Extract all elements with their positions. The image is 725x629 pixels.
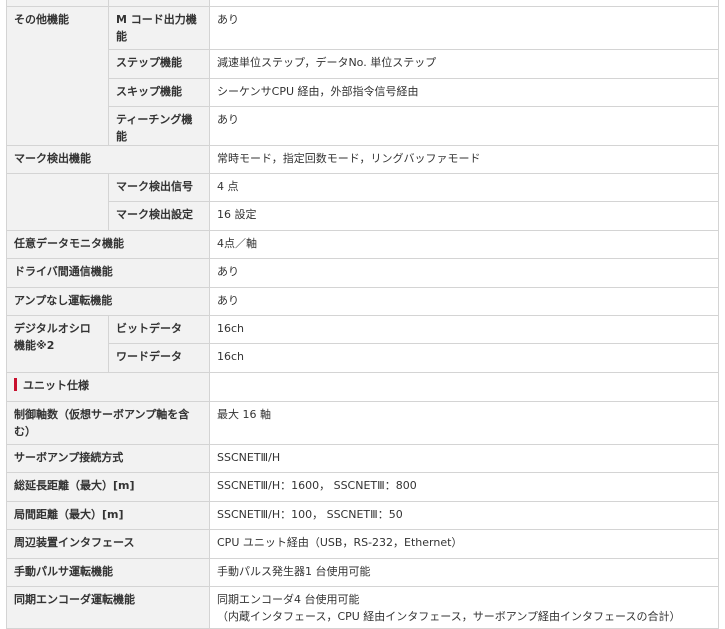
mark-detection-value: 常時モード，指定回数モード，リングバッファモード — [209, 145, 719, 174]
table-row: その他機能 M コード出力機能 あり — [6, 6, 719, 146]
table-row: デジタルオシロ機能※2 ビットデータ 16ch — [6, 315, 719, 373]
servo-connection-value: SSCNETⅢ/H — [209, 444, 719, 473]
peripheral-interface-header: 周辺装置インタフェース — [6, 529, 210, 559]
unit-spec-section-header: ユニット仕様 — [6, 372, 210, 402]
mark-detection-header: マーク検出機能 — [6, 145, 210, 174]
other-functions-header: その他機能 — [6, 6, 109, 146]
section-marker-icon — [14, 378, 17, 391]
table-row: サーボアンプ接続方式 SSCNETⅢ/H — [6, 444, 719, 473]
table-row: 局間距離（最大）[m] SSCNETⅢ/H：100， SSCNETⅢ：50 — [6, 501, 719, 530]
table-row: ユニット仕様 — [6, 372, 719, 402]
oscillo-word-value: 16ch — [209, 343, 719, 373]
ampless-value: あり — [209, 287, 719, 316]
step-label: ステップ機能 — [108, 49, 210, 79]
ampless-header: アンプなし運転機能 — [6, 287, 210, 316]
table-row: 任意データモニタ機能 4点／軸 — [6, 230, 719, 259]
teaching-value: あり — [209, 106, 719, 146]
table-row: スキップ機能 シーケンサCPU 経由，外部指令信号経由 — [7, 78, 719, 107]
table-row: マーク検出信号 4 点 — [6, 173, 719, 231]
table-row: マーク検出設定 16 設定 — [7, 201, 719, 231]
mark-signal-value: 4 点 — [209, 173, 719, 202]
sync-encoder-value-line1: 同期エンコーダ4 台使用可能 — [217, 593, 360, 606]
station-distance-value: SSCNETⅢ/H：100， SSCNETⅢ：50 — [209, 501, 719, 530]
servo-connection-header: サーボアンプ接続方式 — [6, 444, 210, 473]
table-row: アンプなし運転機能 あり — [6, 287, 719, 316]
driver-comm-header: ドライバ間通信機能 — [6, 258, 210, 288]
total-distance-header: 総延長距離（最大）[m] — [6, 472, 210, 502]
table-row: 総延長距離（最大）[m] SSCNETⅢ/H：1600， SSCNETⅢ：800 — [6, 472, 719, 502]
m-code-label: M コード出力機能 — [108, 6, 210, 50]
table-row: 制御軸数（仮想サーボアンプ軸を含む） 最大 16 軸 — [6, 401, 719, 445]
total-distance-value: SSCNETⅢ/H：1600， SSCNETⅢ：800 — [209, 472, 719, 502]
table-row: マーク検出機能 常時モード，指定回数モード，リングバッファモード — [6, 145, 719, 174]
control-axes-value: 最大 16 軸 — [209, 401, 719, 445]
table-row: ドライバ間通信機能 あり — [6, 258, 719, 288]
table-row: 周辺装置インタフェース CPU ユニット経由（USB，RS-232，Ethern… — [6, 529, 719, 559]
spec-table: その他機能 M コード出力機能 あり ステップ機能 減速単位ステップ，データNo… — [6, 0, 719, 629]
sync-encoder-value-line2: （内蔵インタフェース，CPU 経由インタフェース，サーボアンプ経由インタフェース… — [217, 610, 681, 623]
sync-encoder-value: 同期エンコーダ4 台使用可能 （内蔵インタフェース，CPU 経由インタフェース，… — [209, 586, 719, 629]
skip-label: スキップ機能 — [108, 78, 210, 107]
driver-comm-value: あり — [209, 258, 719, 288]
table-row: 同期エンコーダ運転機能 同期エンコーダ4 台使用可能 （内蔵インタフェース，CP… — [6, 586, 719, 629]
table-row: 手動パルサ運転機能 手動パルス発生器1 台使用可能 — [6, 558, 719, 587]
station-distance-header: 局間距離（最大）[m] — [6, 501, 210, 530]
table-row: ティーチング機能 あり — [7, 106, 719, 146]
unit-spec-section-label: ユニット仕様 — [23, 379, 89, 392]
mark-setting-value: 16 設定 — [209, 201, 719, 231]
skip-value: シーケンサCPU 経由，外部指令信号経由 — [209, 78, 719, 107]
mark-setting-label: マーク検出設定 — [108, 201, 210, 231]
table-row: ステップ機能 減速単位ステップ，データNo. 単位ステップ — [7, 49, 719, 79]
step-value: 減速単位ステップ，データNo. 単位ステップ — [209, 49, 719, 79]
mark-signal-label: マーク検出信号 — [108, 173, 210, 202]
table-row: ワードデータ 16ch — [7, 343, 719, 373]
manual-pulser-value: 手動パルス発生器1 台使用可能 — [209, 558, 719, 587]
m-code-value: あり — [209, 6, 719, 50]
oscillo-word-label: ワードデータ — [108, 343, 210, 373]
data-monitor-value: 4点／軸 — [209, 230, 719, 259]
oscillo-bit-label: ビットデータ — [108, 315, 210, 344]
peripheral-interface-value: CPU ユニット経由（USB，RS-232，Ethernet） — [209, 529, 719, 559]
oscillo-bit-value: 16ch — [209, 315, 719, 344]
manual-pulser-header: 手動パルサ運転機能 — [6, 558, 210, 587]
control-axes-header: 制御軸数（仮想サーボアンプ軸を含む） — [6, 401, 210, 445]
data-monitor-header: 任意データモニタ機能 — [6, 230, 210, 259]
teaching-label: ティーチング機能 — [108, 106, 210, 146]
sync-encoder-header: 同期エンコーダ運転機能 — [6, 586, 210, 629]
oscillo-header: デジタルオシロ機能※2 — [6, 315, 109, 373]
